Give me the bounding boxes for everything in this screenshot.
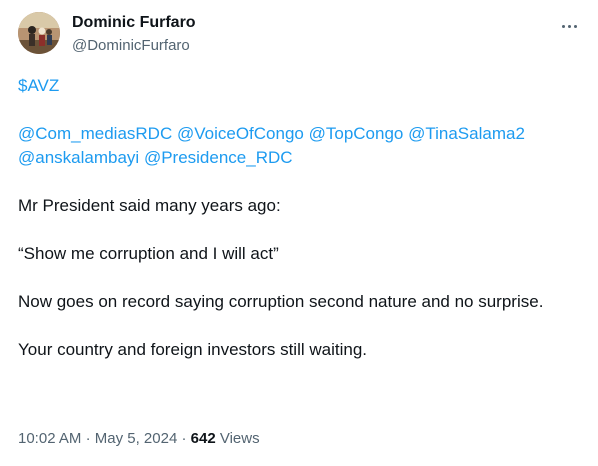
mention-link[interactable]: @VoiceOfCongo [177, 124, 304, 143]
tweet-date[interactable]: May 5, 2024 [95, 430, 178, 447]
tweet-metadata: 10:02 AM · May 5, 2024 · 642 Views [18, 429, 260, 449]
meta-separator: · [85, 430, 91, 447]
mention-link[interactable]: @anskalambayi [18, 148, 139, 167]
tweet-paragraph: Now goes on record saying corruption sec… [18, 292, 544, 311]
meta-separator: · [181, 430, 187, 447]
cashtag-link[interactable]: $AVZ [18, 76, 59, 95]
more-horizontal-icon [560, 24, 578, 28]
avatar-photo [18, 12, 60, 54]
more-options-button[interactable] [558, 16, 580, 36]
tweet-paragraph: Mr President said many years ago: [18, 196, 281, 215]
views-count[interactable]: 642 [191, 430, 216, 447]
mention-link[interactable]: @Presidence_RDC [144, 148, 293, 167]
author-display-name[interactable]: Dominic Furfaro [72, 13, 196, 33]
tweet-text: $AVZ @Com_mediasRDC @VoiceOfCongo @TopCo… [18, 74, 580, 362]
tweet-time[interactable]: 10:02 AM [18, 430, 81, 447]
views-label[interactable]: Views [220, 430, 260, 447]
author-avatar[interactable] [18, 12, 60, 54]
tweet-paragraph: “Show me corruption and I will act” [18, 244, 279, 263]
mention-link[interactable]: @Com_mediasRDC [18, 124, 172, 143]
mention-link[interactable]: @TinaSalama2 [408, 124, 525, 143]
mention-link[interactable]: @TopCongo [309, 124, 404, 143]
author-handle[interactable]: @DominicFurfaro [72, 36, 190, 56]
tweet-paragraph: Your country and foreign investors still… [18, 340, 367, 359]
